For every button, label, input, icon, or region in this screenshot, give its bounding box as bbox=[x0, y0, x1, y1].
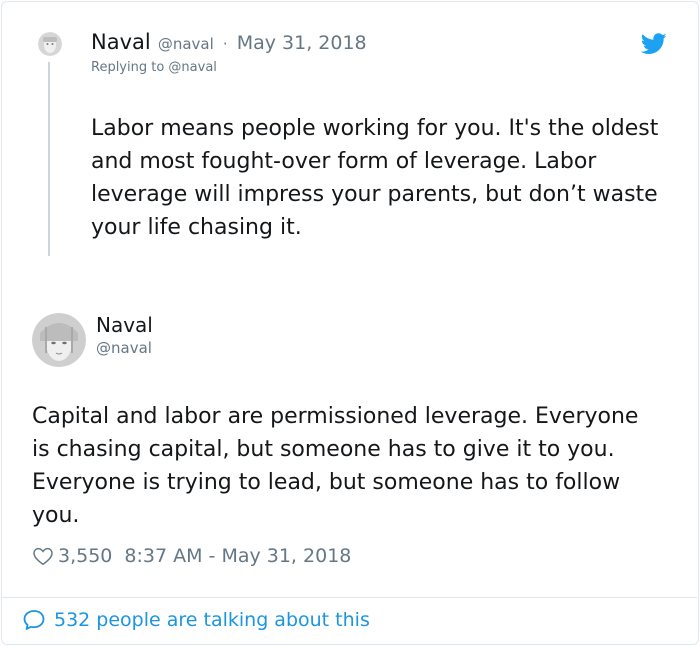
thread-line bbox=[48, 62, 50, 256]
reply-tweet-text: Labor means people working for you. It's… bbox=[91, 116, 659, 240]
reply-author-name[interactable]: Naval bbox=[91, 30, 151, 54]
header-separator: · bbox=[222, 35, 228, 53]
like-count[interactable]: 3,550 bbox=[58, 545, 112, 567]
reply-date-link[interactable]: May 31, 2018 bbox=[237, 32, 367, 54]
twitter-bird-icon[interactable] bbox=[641, 33, 667, 55]
reply-author-handle[interactable]: @naval bbox=[158, 35, 214, 53]
footer-divider bbox=[1, 597, 697, 598]
heart-icon[interactable] bbox=[32, 545, 54, 567]
main-author-name[interactable]: Naval bbox=[96, 313, 153, 337]
reply-avatar[interactable] bbox=[38, 32, 62, 56]
tweet-timestamp[interactable]: 8:37 AM - May 31, 2018 bbox=[124, 545, 351, 567]
tweet-meta: 3,550 8:37 AM - May 31, 2018 bbox=[32, 545, 351, 567]
replying-to[interactable]: Replying to @naval bbox=[91, 60, 217, 75]
talking-count[interactable]: 532 people are talking about this bbox=[54, 609, 370, 631]
speech-bubble-icon bbox=[23, 610, 45, 630]
main-tweet-text: Capital and labor are permissioned lever… bbox=[32, 404, 639, 528]
conversation-link[interactable]: 532 people are talking about this bbox=[22, 608, 370, 632]
main-avatar[interactable] bbox=[32, 313, 86, 367]
main-author-handle[interactable]: @naval bbox=[96, 339, 152, 357]
reply-header: Naval @naval · May 31, 2018 bbox=[91, 30, 367, 54]
